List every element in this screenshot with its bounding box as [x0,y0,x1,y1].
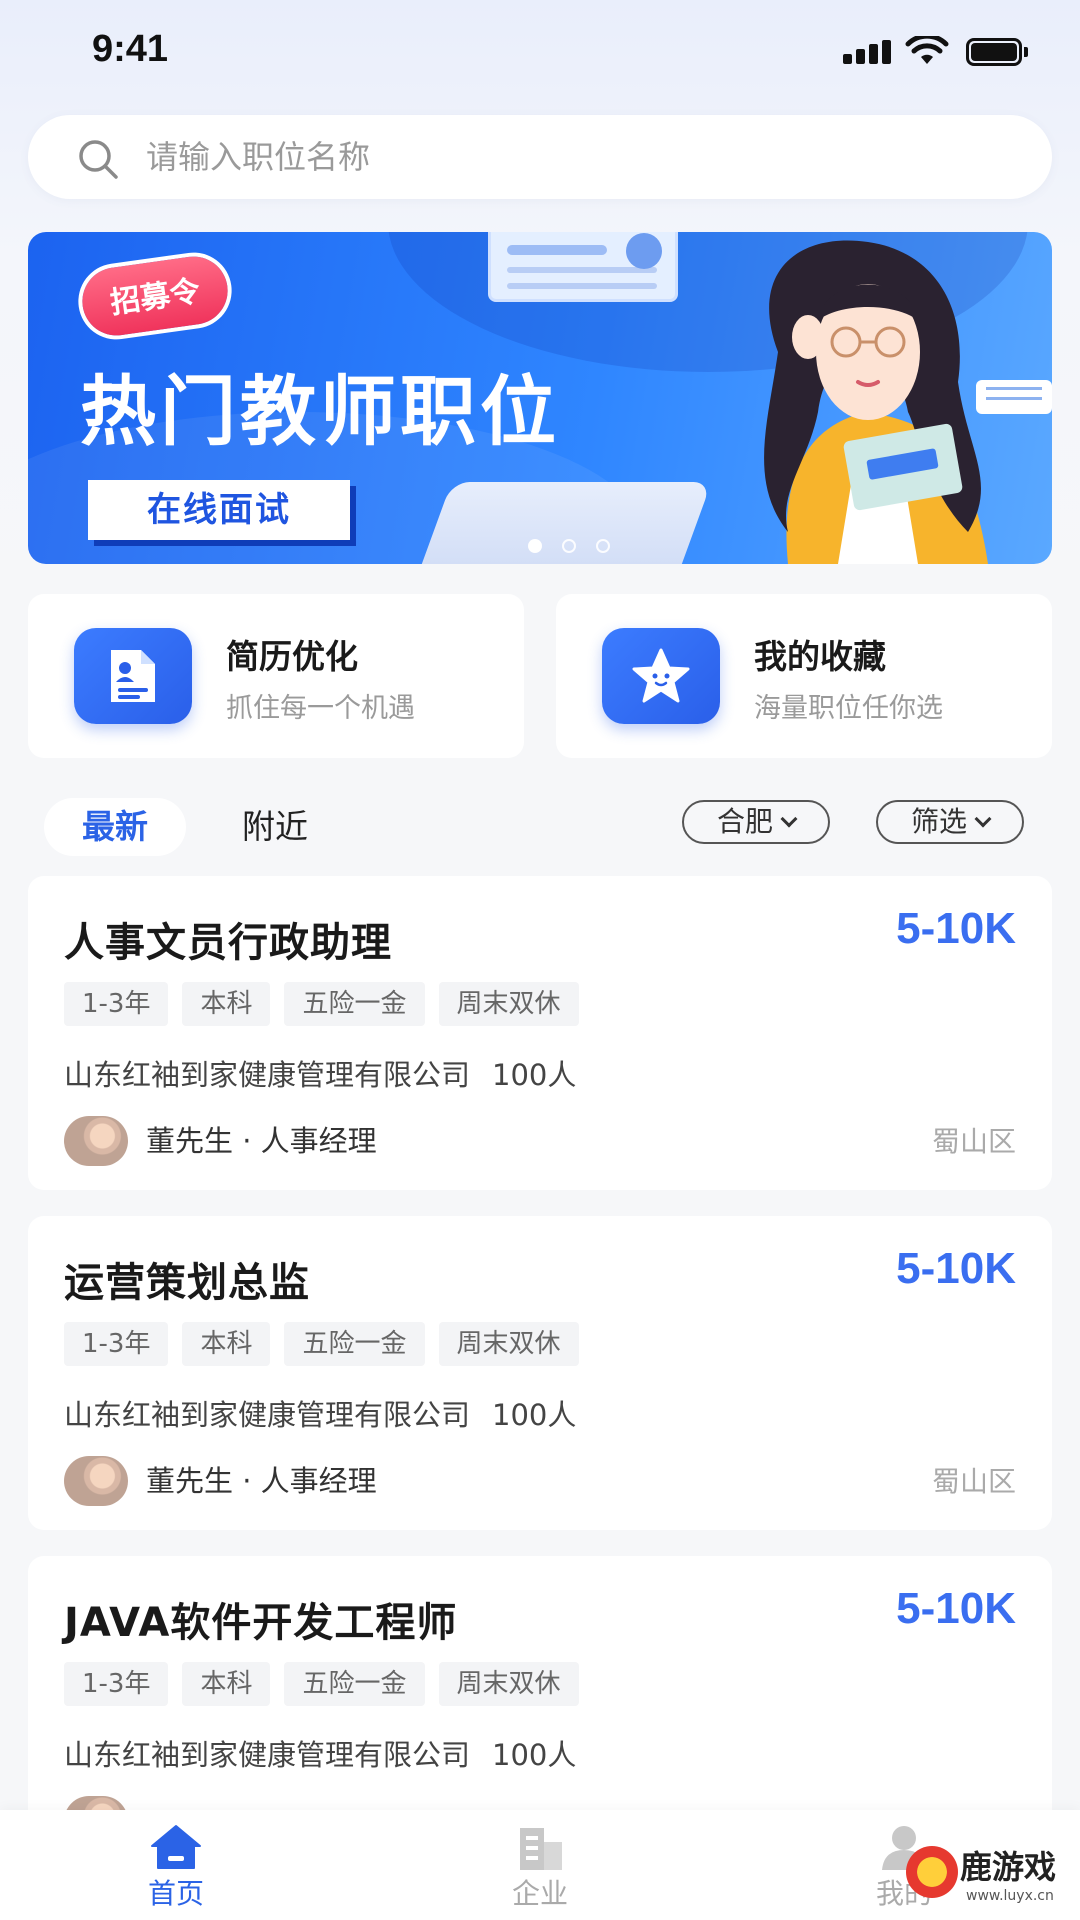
job-title: 人事文员行政助理 [64,920,392,966]
job-tag: 周末双休 [438,1322,579,1366]
company-info: 山东红袖到家健康管理有限公司 100人 [64,1732,576,1774]
job-card[interactable]: 运营策划总监 5-10K 1-3年 本科 五险一金 周末双休 山东红袖到家健康管… [28,1216,1052,1530]
job-title: JAVA软件开发工程师 [64,1600,458,1646]
quick-card-subtitle: 海量职位任你选 [754,693,943,724]
job-tag: 五险一金 [284,1662,425,1706]
banner-title: 热门教师职位 [80,367,560,456]
company-name: 山东红袖到家健康管理有限公司 [64,1738,471,1772]
job-salary: 5-10K [896,904,1016,953]
chat-bubble-illustration [976,380,1052,414]
resume-optimize-card[interactable]: 简历优化 抓住每一个机遇 [28,594,524,758]
nav-label: 企业 [511,1877,568,1910]
star-icon [602,628,720,724]
job-tag: 周末双休 [438,982,579,1026]
watermark-logo-icon [906,1846,958,1898]
cellular-signal-icon [843,40,893,64]
job-tag: 本科 [182,1662,271,1706]
job-location: 蜀山区 [931,1125,1016,1158]
job-tag: 1-3年 [64,1662,169,1706]
company-info: 山东红袖到家健康管理有限公司 100人 [64,1052,576,1094]
carousel-dot[interactable] [596,539,610,553]
watermark-url: www.luyx.cn [966,1888,1054,1904]
job-tag: 五险一金 [284,1322,425,1366]
city-dropdown[interactable]: 合肥 [682,800,830,844]
quick-card-title: 我的收藏 [754,637,886,676]
job-tags: 1-3年 本科 五险一金 周末双休 [64,1662,579,1706]
avatar [64,1116,128,1166]
tab-nearby[interactable]: 附近 [242,798,308,856]
status-time: 9:41 [92,28,169,70]
job-tag: 五险一金 [284,982,425,1026]
job-tags: 1-3年 本科 五险一金 周末双休 [64,982,579,1026]
job-salary: 5-10K [896,1584,1016,1633]
carousel-dot[interactable] [562,539,576,553]
search-input[interactable] [146,115,1006,199]
job-location: 蜀山区 [931,1465,1016,1498]
chevron-down-icon [974,810,992,828]
carousel-indicator [528,538,630,557]
job-title: 运营策划总监 [64,1260,310,1306]
nav-home[interactable]: 首页 [96,1810,256,1920]
resume-icon [74,628,192,724]
filter-label: 筛选 [910,805,967,838]
filter-dropdown[interactable]: 筛选 [876,800,1024,844]
search-icon [79,140,118,179]
online-interview-button[interactable]: 在线面试 [88,480,350,540]
watermark: 鹿游戏 www.luyx.cn [900,1836,1080,1920]
watermark-text: 鹿游戏 [960,1848,1057,1886]
building-icon [520,1828,562,1870]
home-icon [151,1825,201,1869]
wifi-icon [905,36,949,64]
company-size: 100人 [492,1398,577,1432]
banner-tag: 招募令 [77,252,233,340]
recruiter-contact: 董先生 · 人事经理 [146,1464,377,1498]
job-salary: 5-10K [896,1244,1016,1293]
chevron-down-icon [780,810,798,828]
battery-icon [966,38,1028,66]
recruiter-contact: 董先生 · 人事经理 [146,1124,377,1158]
company-info: 山东红袖到家健康管理有限公司 100人 [64,1392,576,1434]
company-name: 山东红袖到家健康管理有限公司 [64,1398,471,1432]
avatar [64,1456,128,1506]
promo-banner[interactable]: 招募令 热门教师职位 在线面试 [28,232,1052,564]
quick-card-title: 简历优化 [226,637,358,676]
status-bar: 9:41 [0,0,1080,100]
job-tag: 本科 [182,1322,271,1366]
city-label: 合肥 [716,805,773,838]
nav-company[interactable]: 企业 [460,1810,620,1920]
job-tag: 本科 [182,982,271,1026]
job-tag: 1-3年 [64,1322,169,1366]
quick-card-subtitle: 抓住每一个机遇 [226,693,415,724]
job-card[interactable]: 人事文员行政助理 5-10K 1-3年 本科 五险一金 周末双休 山东红袖到家健… [28,876,1052,1190]
my-favorites-card[interactable]: 我的收藏 海量职位任你选 [556,594,1052,758]
carousel-dot[interactable] [528,539,542,553]
tab-latest[interactable]: 最新 [44,798,186,856]
nav-label: 首页 [147,1877,204,1910]
job-tag: 1-3年 [64,982,169,1026]
search-bar[interactable] [28,115,1052,199]
job-tag: 周末双休 [438,1662,579,1706]
job-tags: 1-3年 本科 五险一金 周末双休 [64,1322,579,1366]
company-size: 100人 [492,1058,577,1092]
resume-card-illustration [488,232,678,302]
company-size: 100人 [492,1738,577,1772]
company-name: 山东红袖到家健康管理有限公司 [64,1058,471,1092]
